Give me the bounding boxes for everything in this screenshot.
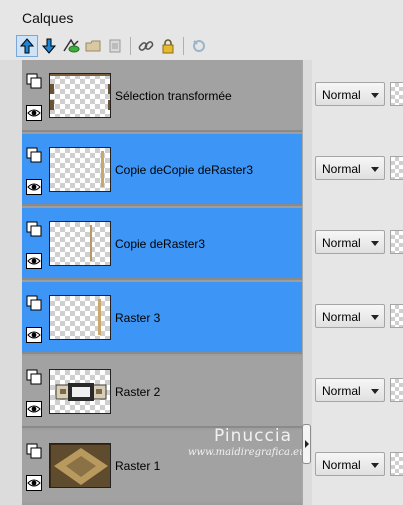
blend-mode-value: Normal [322,162,361,176]
layer-thumbnail [49,369,111,414]
toolbar-separator [183,37,184,55]
opacity-swatch[interactable] [390,156,403,180]
layer-thumbnail [49,73,111,118]
blend-mode-dropdown[interactable]: Normal [315,304,385,328]
delete-layer-icon [109,39,121,53]
layer-row[interactable]: Copie deRaster3 [22,208,302,280]
move-layer-up-button[interactable] [16,35,38,57]
lock-button[interactable] [157,35,179,57]
arrow-up-icon [19,38,35,54]
eye-icon[interactable] [26,253,42,269]
layer-mask-icon [26,147,42,163]
chevron-down-icon [371,389,379,394]
blend-mode-dropdown[interactable]: Normal [315,156,385,180]
layer-mask-icon [26,221,42,237]
chevron-down-icon [371,167,379,172]
watermark-url: www.maidiregrafica.eu [188,447,306,458]
folder-icon [85,40,101,52]
layer-name: Copie deCopie deRaster3 [115,163,254,177]
left-strip [0,60,23,505]
layer-name: Raster 3 [115,311,161,325]
eye-icon[interactable] [26,475,42,491]
folder-button[interactable] [82,35,104,57]
layer-name: Copie deRaster3 [115,237,206,251]
blend-mode-dropdown[interactable]: Normal [315,452,385,476]
new-layer-icon [63,38,80,53]
splitter-handle[interactable] [302,424,311,464]
panel-title: Calques [22,10,74,26]
chevron-down-icon [371,241,379,246]
chevron-down-icon [371,93,379,98]
delete-layer-button[interactable] [104,35,126,57]
layer-mask-icon [26,73,42,89]
chevron-down-icon [371,463,379,468]
watermark-title: Pinuccia [214,426,292,446]
layers-list: Sélection transformée Copie deCopie deRa… [22,60,306,505]
layer-name: Raster 2 [115,385,161,399]
blend-mode-value: Normal [322,236,361,250]
blend-mode-dropdown[interactable]: Normal [315,230,385,254]
blend-mode-value: Normal [322,88,361,102]
opacity-swatch[interactable] [390,230,403,254]
eye-icon[interactable] [26,105,42,121]
opacity-swatch[interactable] [390,378,403,402]
layer-properties-column: Normal Normal Normal Normal Normal Norma… [312,60,403,505]
link-button[interactable] [135,35,157,57]
layer-row[interactable]: Sélection transformée [22,60,302,132]
layer-row[interactable]: Raster 3 [22,282,302,354]
layers-toolbar [16,35,210,57]
chevron-right-icon [305,440,309,448]
layer-thumbnail [49,295,111,340]
new-layer-button[interactable] [60,35,82,57]
blend-mode-value: Normal [322,384,361,398]
layer-name: Sélection transformée [115,89,232,103]
link-icon [138,41,154,51]
chevron-down-icon [371,315,379,320]
opacity-swatch[interactable] [390,82,403,106]
lock-icon [162,39,174,54]
layer-mask-icon [26,443,42,459]
edit-icon [193,40,205,52]
eye-icon[interactable] [26,179,42,195]
blend-mode-dropdown[interactable]: Normal [315,378,385,402]
layer-row[interactable]: Raster 2 [22,356,302,428]
eye-icon[interactable] [26,401,42,417]
toolbar-separator [130,37,131,55]
blend-mode-value: Normal [322,458,361,472]
blend-mode-dropdown[interactable]: Normal [315,82,385,106]
layer-name: Raster 1 [115,459,161,473]
opacity-swatch[interactable] [390,304,403,328]
arrow-down-icon [41,38,57,54]
layer-mask-icon [26,295,42,311]
blend-mode-value: Normal [322,310,361,324]
move-layer-down-button[interactable] [38,35,60,57]
layer-mask-icon [26,369,42,385]
eye-icon[interactable] [26,327,42,343]
edit-button[interactable] [188,35,210,57]
opacity-swatch[interactable] [390,452,403,476]
layer-thumbnail [49,443,111,488]
layer-thumbnail [49,221,111,266]
layer-row[interactable]: Copie deCopie deRaster3 [22,134,302,206]
layer-thumbnail [49,147,111,192]
